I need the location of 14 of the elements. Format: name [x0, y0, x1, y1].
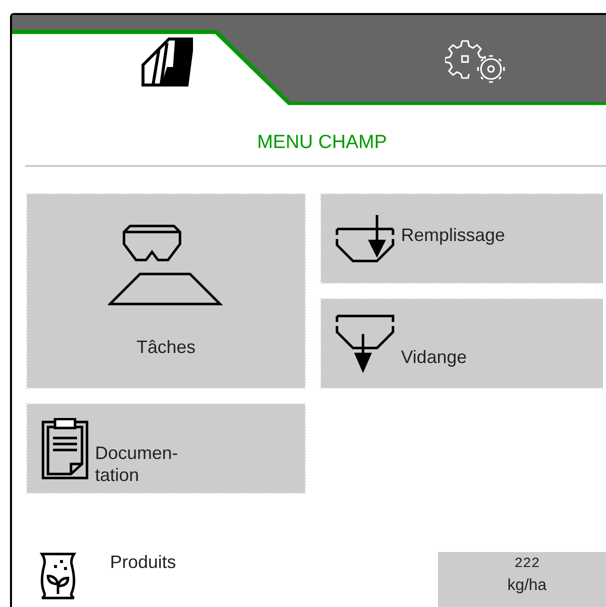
product-label: Produits [110, 552, 176, 573]
spreader-icon [108, 224, 224, 306]
menu-tile[interactable]: Tâches [27, 194, 305, 388]
menu-tile[interactable]: Remplissage [321, 194, 603, 283]
seed-bag-icon [38, 552, 78, 600]
menu-tile[interactable]: Documen- tation [27, 404, 305, 493]
rate-value: 222 [514, 556, 540, 572]
clipboard-icon [41, 418, 89, 480]
menu-tile[interactable]: Vidange [321, 299, 603, 388]
hopper-fill-icon [335, 212, 395, 264]
hopper-empty-icon [335, 314, 395, 374]
rate-unit: kg/ha [507, 577, 547, 595]
screen-title: MENU CHAMP [256, 131, 388, 155]
spreader-vanes-icon [141, 37, 193, 87]
